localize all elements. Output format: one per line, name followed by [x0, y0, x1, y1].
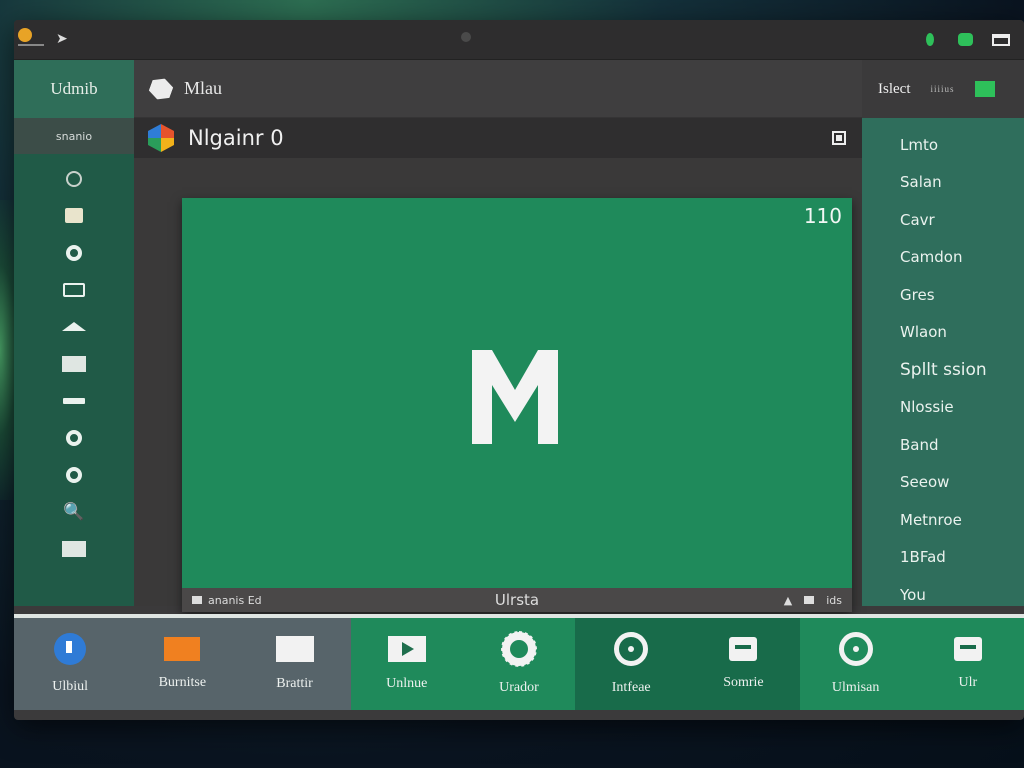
right-pane-title[interactable]: Islect [878, 81, 910, 98]
dock-item[interactable]: Burnitse [126, 618, 239, 710]
dock-item-label: Ulbiul [52, 679, 88, 694]
dock-item[interactable]: Urador [462, 618, 576, 710]
trash-icon[interactable] [14, 530, 134, 567]
cube-icon [147, 74, 175, 102]
dock-item-label: Brattir [276, 676, 313, 691]
dock-item-label: Unlnue [386, 676, 428, 691]
player-bottom-right-text: ids [826, 593, 842, 607]
thumbnail-icon[interactable] [192, 596, 202, 604]
right-pane-item[interactable]: Band [862, 426, 1024, 464]
main-panel: Mlau Nlgainr 0 110 ananis Ed Ulrsta ▲ id… [134, 60, 862, 612]
app-logo-icon [148, 124, 174, 152]
chat-icon[interactable] [958, 33, 973, 46]
main-header: Mlau [134, 60, 862, 118]
player-counter: 110 [803, 204, 842, 228]
document-icon[interactable] [14, 345, 134, 382]
right-pane-item[interactable]: Wlaon [862, 314, 1024, 352]
right-pane-item[interactable]: Spllt ssion [862, 351, 1024, 389]
main-title: Mlau [184, 78, 222, 98]
right-pane-list: Lmto Salan Cavr Camdon Gres Wlaon Spllt ssion N… [862, 118, 1024, 614]
dock-item-label: Burnitse [158, 675, 207, 690]
bar-icon[interactable] [14, 382, 134, 419]
fullscreen-icon[interactable] [804, 596, 815, 604]
right-pane-item[interactable]: Metnroe [862, 501, 1024, 539]
gear-icon[interactable] [14, 234, 134, 271]
briefcase-icon [953, 637, 982, 661]
right-pane-item[interactable]: Seeow [862, 464, 1024, 502]
dock-item-label: Intfeae [611, 680, 651, 695]
dock-item[interactable]: Unlnue [350, 618, 463, 710]
tag-icon[interactable] [974, 81, 995, 97]
right-pane-item[interactable]: Cavr [862, 201, 1024, 239]
sidebar-title[interactable]: Udmib [14, 60, 134, 118]
media-player[interactable]: 110 ananis Ed Ulrsta ▲ ids [182, 198, 852, 612]
dock-item-label: Urador [499, 680, 539, 695]
volume-icon[interactable]: ▲ [784, 594, 792, 607]
m-logo-icon [472, 350, 558, 444]
dock-item-label: Somrie [723, 675, 764, 690]
subheader-title: Nlgainr 0 [188, 126, 284, 150]
orange-dot-icon[interactable] [18, 28, 32, 42]
gear-icon[interactable] [14, 456, 134, 493]
divider [18, 44, 44, 46]
sidebar-subtitle[interactable]: snanio [14, 118, 134, 154]
dock-item-label: Ulmisan [831, 680, 880, 695]
dock-item[interactable]: Intfeae [575, 618, 688, 710]
play-icon [387, 636, 426, 662]
dock-item[interactable]: Ulbiul [14, 618, 127, 710]
right-pane-item[interactable]: Gres [862, 276, 1024, 314]
player-controls: ananis Ed Ulrsta ▲ ids [182, 588, 852, 612]
right-pane-item[interactable]: Salan [862, 164, 1024, 202]
app-window: ➤ Udmib snanio 🔍 Mlau Nlgainr 0 110 anan… [14, 20, 1024, 720]
right-pane-item[interactable]: Lmto [862, 126, 1024, 164]
right-pane-header: Islect iiiius [862, 60, 1024, 118]
right-pane-item[interactable]: You [862, 576, 1024, 614]
dock-item[interactable]: Somrie [687, 618, 800, 710]
dock-item[interactable]: Brattir [238, 618, 351, 710]
right-pane-tiny-label: iiiius [930, 84, 955, 94]
arrow-icon[interactable]: ➤ [56, 31, 68, 47]
window-icon [275, 636, 314, 662]
ring-icon[interactable] [14, 160, 134, 197]
triangle-icon[interactable] [14, 308, 134, 345]
record-icon [614, 632, 649, 666]
sidebar-icon-list: 🔍 [14, 160, 134, 567]
dock-item-label: Ulr [958, 675, 978, 690]
record-icon [838, 632, 873, 666]
right-pane-item[interactable]: Camdon [862, 239, 1024, 277]
status-icon[interactable] [926, 33, 934, 46]
settings-icon [500, 631, 537, 667]
player-bottom-left-text: ananis Ed [208, 593, 262, 607]
folder-icon [164, 637, 201, 661]
dock-item[interactable]: Ulr [911, 618, 1024, 710]
close-icon[interactable] [832, 131, 846, 145]
right-pane-item[interactable]: 1BFad [862, 539, 1024, 577]
box-icon[interactable] [14, 197, 134, 234]
player-title: Ulrsta [494, 591, 540, 609]
titlebar: ➤ [14, 20, 1024, 60]
search-icon[interactable]: 🔍 [14, 493, 134, 530]
dock-item[interactable]: Ulmisan [799, 618, 912, 710]
camera-dot-icon [461, 32, 471, 42]
gear-icon[interactable] [14, 419, 134, 456]
dock: Ulbiul Burnitse Brattir Unlnue Urador Intfeae… [14, 614, 1024, 710]
sidebar: Udmib snanio 🔍 [14, 60, 134, 606]
sub-header: Nlgainr 0 [134, 118, 862, 158]
home-icon [54, 633, 87, 665]
window-icon[interactable] [992, 34, 1010, 46]
briefcase-icon [729, 637, 758, 661]
right-pane-item[interactable]: Nlossie [862, 389, 1024, 427]
camera-icon[interactable] [14, 271, 134, 308]
right-pane: Islect iiiius Lmto Salan Cavr Camdon Gres Wla… [862, 60, 1024, 606]
